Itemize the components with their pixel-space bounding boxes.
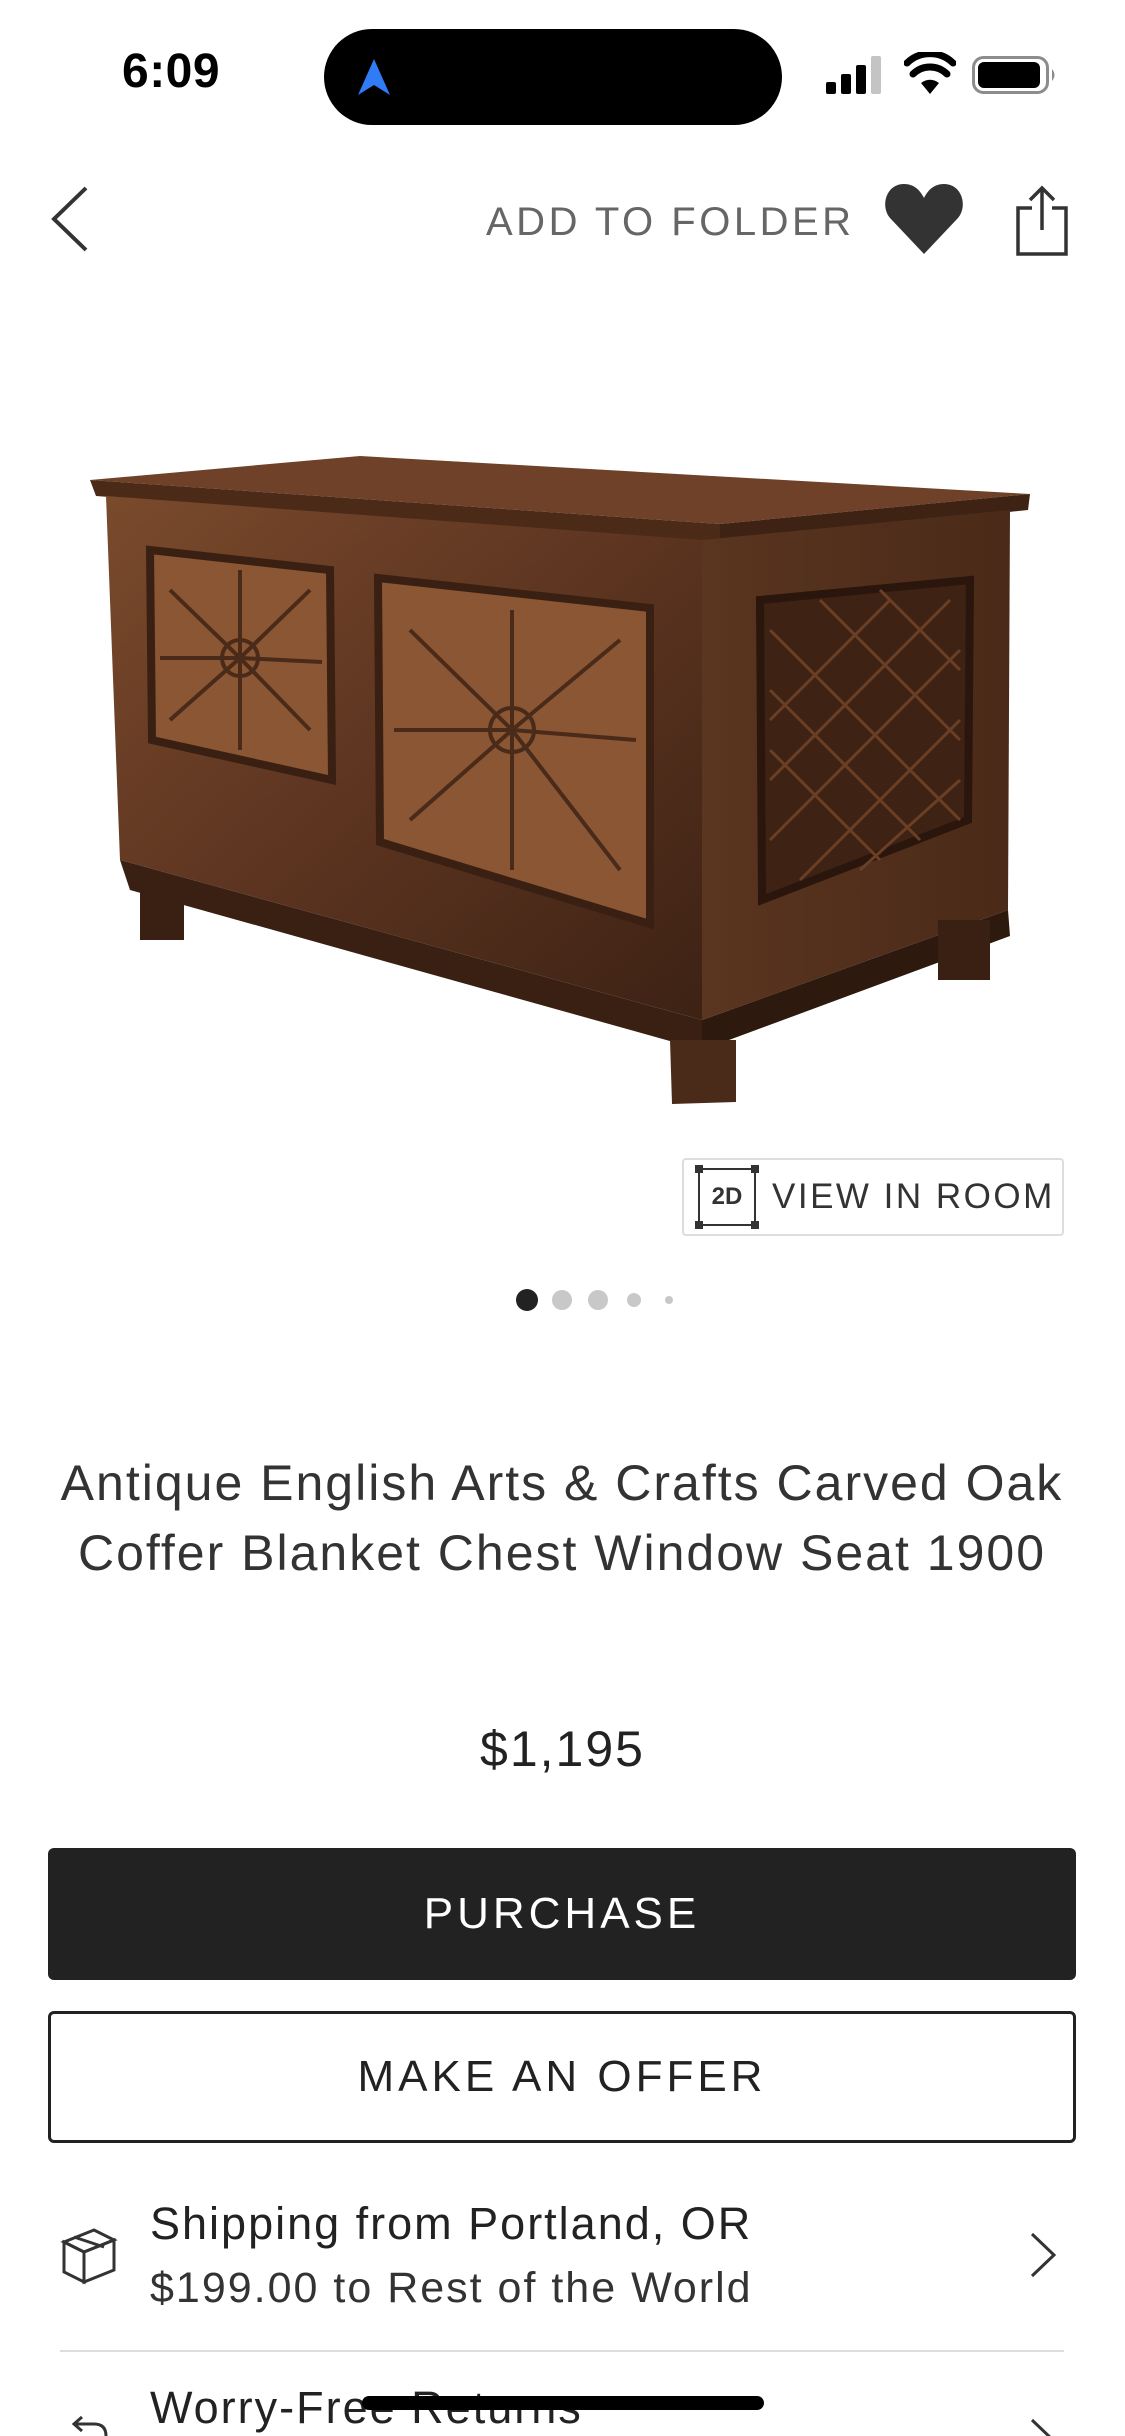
carousel-dot[interactable] <box>588 1290 608 1310</box>
location-arrow-icon <box>358 59 390 95</box>
heart-icon[interactable] <box>884 180 964 256</box>
shipping-info-row[interactable]: Shipping from Portland, OR $199.00 to Re… <box>0 2180 1125 2350</box>
view-in-room-label: VIEW IN ROOM <box>772 1177 1055 1216</box>
corner-mark <box>751 1165 759 1173</box>
chevron-right-icon <box>1030 2232 1057 2278</box>
home-indicator[interactable] <box>362 2396 764 2410</box>
row-divider <box>60 2350 1064 2352</box>
package-box-icon <box>60 2228 118 2285</box>
add-to-folder-button[interactable]: ADD TO FOLDER <box>486 200 855 245</box>
view-in-room-button[interactable]: 2D VIEW IN ROOM <box>682 1158 1064 1236</box>
make-offer-button[interactable]: MAKE AN OFFER <box>48 2011 1076 2143</box>
product-image[interactable] <box>60 400 1060 1120</box>
corner-mark <box>695 1165 703 1173</box>
carousel-dot-active[interactable] <box>516 1289 538 1311</box>
product-title: Antique English Arts & Crafts Carved Oak… <box>60 1455 1064 1581</box>
view-2d-icon: 2D <box>695 1165 759 1229</box>
wifi-icon <box>904 52 956 94</box>
carousel-dots <box>0 1288 1125 1312</box>
product-detail-screen: 6:09 ADD TO FOLDER 2D VIEW IN ROOM Antiq… <box>0 0 1125 2436</box>
back-chevron-icon[interactable] <box>48 184 94 254</box>
corner-mark <box>695 1221 703 1229</box>
status-time: 6:09 <box>122 45 221 98</box>
battery-icon <box>972 56 1055 94</box>
shipping-cost: $199.00 to Rest of the World <box>150 2264 753 2312</box>
dynamic-island <box>324 29 782 125</box>
cellular-signal-icon <box>826 56 881 94</box>
view-2d-badge-text: 2D <box>711 1183 743 1210</box>
share-icon[interactable] <box>1014 184 1070 256</box>
corner-mark <box>751 1221 759 1229</box>
product-price: $1,195 <box>480 1721 645 1777</box>
carousel-dot[interactable] <box>665 1296 673 1304</box>
status-bar: 6:09 <box>0 0 1125 150</box>
carousel-dot[interactable] <box>552 1290 572 1310</box>
return-arrow-icon <box>71 2416 108 2436</box>
purchase-button[interactable]: PURCHASE <box>48 1848 1076 1980</box>
shipping-origin: Shipping from Portland, OR <box>150 2198 753 2249</box>
chevron-right-icon <box>1030 2418 1051 2436</box>
carousel-dot[interactable] <box>627 1293 641 1307</box>
